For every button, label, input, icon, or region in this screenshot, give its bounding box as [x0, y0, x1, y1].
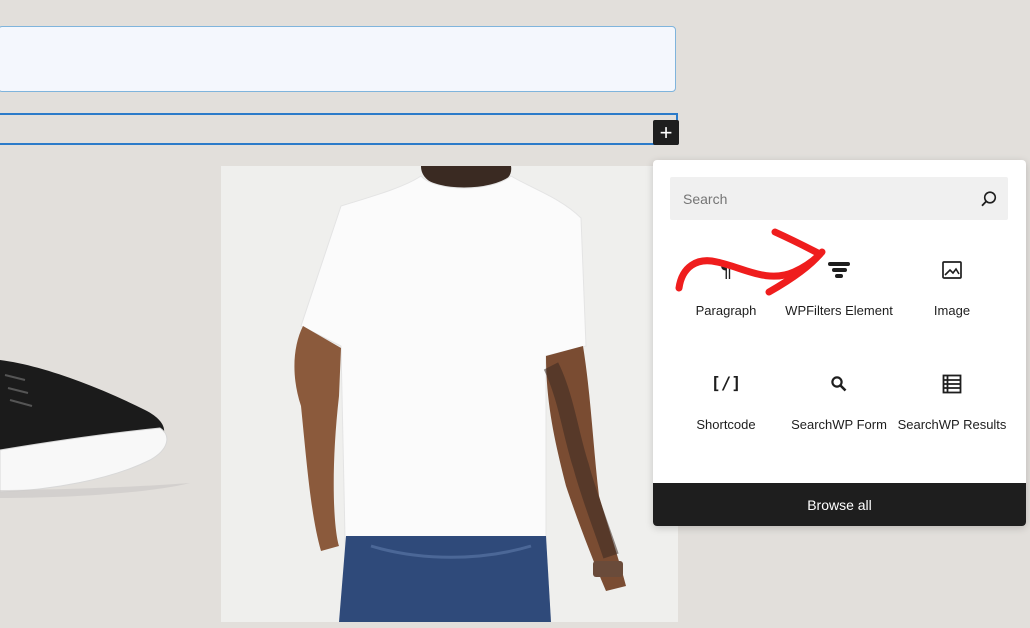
empty-paragraph-block[interactable] [0, 26, 676, 92]
block-option-image[interactable]: Image [896, 240, 1008, 340]
paragraph-icon: ¶ [719, 258, 733, 282]
search-icon[interactable] [980, 190, 998, 208]
block-inserter-popover: ¶ Paragraph WPFilters Element Imag [653, 160, 1026, 526]
block-option-paragraph[interactable]: ¶ Paragraph [670, 240, 782, 340]
block-option-searchwp-form[interactable]: SearchWP Form [783, 354, 895, 454]
block-option-wpfilters[interactable]: WPFilters Element [783, 240, 895, 340]
image-icon [940, 258, 964, 282]
browse-all-label: Browse all [807, 496, 872, 513]
shortcode-icon: [/] [710, 374, 742, 394]
block-option-searchwp-results[interactable]: SearchWP Results [896, 354, 1008, 454]
block-option-label: WPFilters Element [785, 303, 893, 318]
block-option-label: SearchWP Results [897, 417, 1007, 432]
block-search-input[interactable] [670, 177, 973, 220]
plus-icon: + [659, 119, 673, 145]
block-option-label: Paragraph [695, 303, 757, 318]
block-option-shortcode[interactable]: [/] Shortcode [670, 354, 782, 454]
tshirt-product-image [221, 166, 678, 622]
shoe-product-image [0, 340, 200, 500]
search-icon [827, 372, 851, 396]
block-option-label: Shortcode [696, 417, 756, 432]
block-option-label: Image [933, 303, 971, 318]
block-search-field[interactable] [670, 177, 1008, 220]
browse-all-button[interactable]: Browse all [653, 483, 1026, 526]
wpfilters-icon [827, 258, 851, 282]
block-option-label: SearchWP Form [791, 417, 887, 432]
block-inserter-button[interactable]: + [653, 120, 679, 145]
list-icon [940, 372, 964, 396]
selected-block-outline[interactable] [0, 113, 678, 145]
